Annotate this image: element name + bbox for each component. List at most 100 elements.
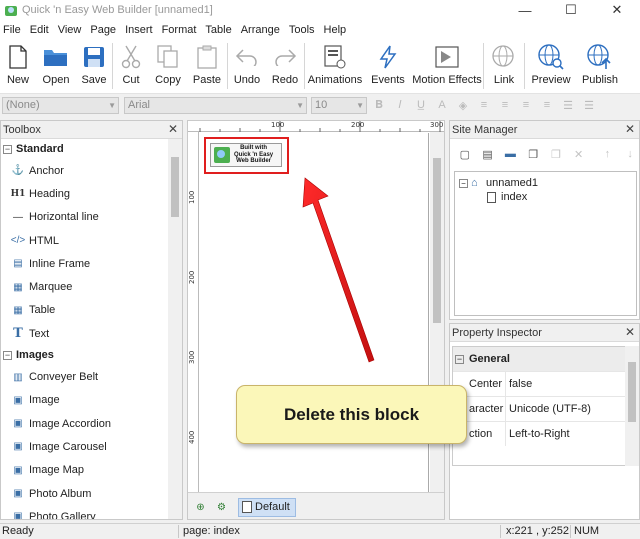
toolbox-scrollbar[interactable] bbox=[168, 139, 182, 519]
close-icon[interactable]: ✕ bbox=[625, 325, 635, 339]
new-page-icon[interactable]: ▢ bbox=[456, 145, 474, 163]
collapse-icon[interactable]: − bbox=[459, 178, 468, 188]
property-row[interactable]: ction Left-to-Right bbox=[453, 421, 626, 446]
justify-icon[interactable]: ≡ bbox=[538, 96, 556, 114]
scrollbar-thumb[interactable] bbox=[171, 157, 179, 217]
toolbox-item-label: Text bbox=[29, 327, 50, 340]
toolbox-item-html[interactable]: </> HTML bbox=[1, 229, 182, 252]
italic-icon[interactable]: 𝐼 bbox=[391, 96, 409, 114]
toolbox-item-inline-frame[interactable]: ▤ Inline Frame bbox=[1, 252, 182, 275]
delete-icon[interactable]: ✕ bbox=[570, 145, 588, 163]
font-size-select[interactable]: 10 ▼ bbox=[311, 96, 367, 114]
toolbox-item-horizontal-line[interactable]: — Horizontal line bbox=[1, 206, 182, 229]
text-color-icon[interactable]: A bbox=[433, 96, 451, 114]
close-icon[interactable]: ✕ bbox=[625, 122, 635, 136]
numbered-list-icon[interactable]: ☰ bbox=[580, 96, 598, 114]
scrollbar-thumb[interactable] bbox=[628, 362, 636, 422]
font-select-value: Arial bbox=[128, 99, 151, 111]
collapse-icon[interactable]: − bbox=[3, 144, 12, 154]
tree-node-page[interactable]: index bbox=[487, 190, 527, 204]
fill-color-icon[interactable]: ◈ bbox=[454, 96, 472, 114]
toolbox-item-image-accordion[interactable]: ▣ Image Accordion bbox=[1, 412, 182, 435]
align-left-icon[interactable]: ≡ bbox=[475, 96, 493, 114]
paste-label: Paste bbox=[192, 74, 222, 86]
menu-table[interactable]: Table bbox=[202, 24, 237, 36]
property-value[interactable]: Unicode (UTF-8) bbox=[506, 403, 591, 415]
menu-file[interactable]: File bbox=[0, 24, 27, 36]
menu-page[interactable]: Page bbox=[87, 24, 122, 36]
section-label: Standard bbox=[16, 143, 64, 155]
status-divider bbox=[500, 525, 501, 538]
property-row[interactable]: aracter S Unicode (UTF-8) bbox=[453, 396, 626, 421]
toolbox-item-marquee[interactable]: ▦ Marquee bbox=[1, 275, 182, 298]
menu-help[interactable]: Help bbox=[321, 24, 353, 36]
close-icon[interactable]: ✕ bbox=[168, 122, 178, 136]
toolbox-item-image-carousel[interactable]: ▣ Image Carousel bbox=[1, 435, 182, 458]
motion-effects-button[interactable]: Motion Effects bbox=[411, 39, 483, 93]
property-scrollbar[interactable] bbox=[625, 346, 639, 466]
toolbox-item-photo-gallery[interactable]: ▣ Photo Gallery bbox=[1, 505, 182, 519]
toolbox-item-photo-album[interactable]: ▣ Photo Album bbox=[1, 482, 182, 505]
toolbox-section-standard[interactable]: − Standard bbox=[1, 139, 182, 159]
add-page-icon[interactable]: ⊕ bbox=[192, 499, 209, 516]
page-properties-icon[interactable]: ▤ bbox=[479, 145, 497, 163]
cut-label: Cut bbox=[122, 74, 140, 86]
page-tab-label: Default bbox=[255, 501, 290, 513]
design-canvas[interactable]: 100 200 300 100 200 300 400 Built with Q… bbox=[187, 120, 445, 520]
minimize-button[interactable]: — bbox=[502, 0, 548, 20]
preview-globe-icon bbox=[538, 44, 564, 70]
move-up-icon[interactable]: ↑ bbox=[599, 145, 617, 163]
events-button[interactable]: Events bbox=[365, 39, 411, 93]
toolbox-item-anchor[interactable]: ⚓ Anchor bbox=[1, 159, 182, 182]
bold-icon[interactable]: 𝐁 bbox=[370, 96, 388, 114]
new-button[interactable]: New bbox=[0, 39, 36, 93]
toolbox-item-text[interactable]: T Text bbox=[1, 322, 182, 345]
toolbox-item-image[interactable]: ▣ Image bbox=[1, 389, 182, 412]
folder-icon[interactable]: ▬ bbox=[502, 145, 520, 163]
menu-tools[interactable]: Tools bbox=[286, 24, 321, 36]
copy-button[interactable]: Copy bbox=[149, 39, 187, 93]
maximize-button[interactable]: ☐ bbox=[548, 0, 594, 20]
duplicate-icon[interactable]: ❐ bbox=[547, 145, 565, 163]
property-group-general[interactable]: − General bbox=[453, 347, 626, 371]
bullet-list-icon[interactable]: ☰ bbox=[559, 96, 577, 114]
toolbox-item-heading[interactable]: H1 Heading bbox=[1, 182, 182, 205]
animations-button[interactable]: Animations bbox=[305, 39, 365, 93]
new-label: New bbox=[6, 74, 29, 86]
property-value[interactable]: false bbox=[506, 378, 532, 390]
toolbox-item-table[interactable]: ▦ Table bbox=[1, 299, 182, 322]
toolbox-item-image-map[interactable]: ▣ Image Map bbox=[1, 459, 182, 482]
menu-view[interactable]: View bbox=[55, 24, 88, 36]
menu-arrange[interactable]: Arrange bbox=[238, 24, 286, 36]
redo-button[interactable]: Redo bbox=[266, 39, 304, 93]
page-settings-icon[interactable]: ⚙ bbox=[213, 499, 230, 516]
font-select[interactable]: Arial ▼ bbox=[124, 96, 307, 114]
menu-edit[interactable]: Edit bbox=[27, 24, 55, 36]
menu-insert[interactable]: Insert bbox=[122, 24, 159, 36]
align-center-icon[interactable]: ≡ bbox=[496, 96, 514, 114]
collapse-icon[interactable]: − bbox=[3, 350, 12, 360]
tree-node-site[interactable]: − ⌂ unnamed1 bbox=[459, 176, 538, 190]
preview-button[interactable]: Preview bbox=[525, 39, 577, 93]
underline-icon[interactable]: U̲ bbox=[412, 96, 430, 114]
open-button[interactable]: Open bbox=[36, 39, 76, 93]
scrollbar-thumb[interactable] bbox=[433, 158, 441, 323]
save-button[interactable]: Save bbox=[76, 39, 112, 93]
publish-button[interactable]: Publish bbox=[577, 39, 623, 93]
paste-button[interactable]: Paste bbox=[187, 39, 227, 93]
collapse-icon[interactable]: − bbox=[455, 354, 464, 364]
toolbox-item-conveyer-belt[interactable]: ▥ Conveyer Belt bbox=[1, 365, 182, 388]
move-down-icon[interactable]: ↓ bbox=[621, 145, 639, 163]
copy-page-icon[interactable]: ❐ bbox=[524, 145, 542, 163]
property-row[interactable]: Center in Br false bbox=[453, 371, 626, 396]
undo-button[interactable]: Undo bbox=[228, 39, 266, 93]
menu-format[interactable]: Format bbox=[159, 24, 203, 36]
page-tab-default[interactable]: Default bbox=[238, 497, 296, 517]
toolbox-section-images[interactable]: − Images bbox=[1, 345, 182, 365]
property-value[interactable]: Left-to-Right bbox=[506, 428, 570, 440]
cut-button[interactable]: Cut bbox=[113, 39, 149, 93]
close-button[interactable]: ✕ bbox=[594, 0, 640, 20]
style-select[interactable]: (None) ▼ bbox=[2, 96, 119, 114]
align-right-icon[interactable]: ≡ bbox=[517, 96, 535, 114]
link-button[interactable]: Link bbox=[484, 39, 524, 93]
